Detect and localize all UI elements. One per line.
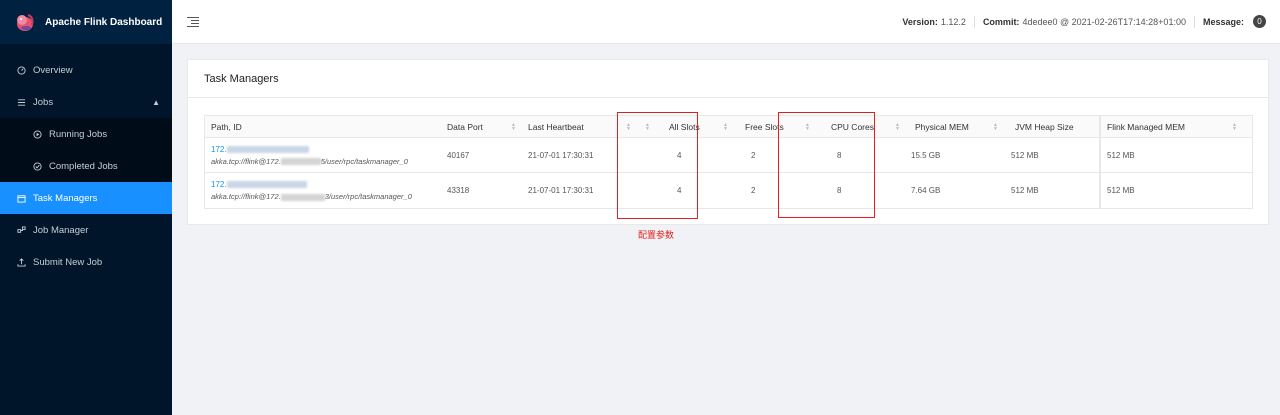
column-header-physical-mem[interactable]: ▲ ▼ Physical MEM [891, 116, 991, 137]
column-header-data-port[interactable]: Data Port ▲ ▼ [441, 116, 522, 137]
managed-mem-cell: 512 MB [1099, 138, 1243, 172]
brand-title: Apache Flink Dashboard [45, 16, 163, 28]
message-label[interactable]: Message: [1203, 17, 1244, 27]
menu-fold-icon[interactable] [187, 16, 199, 27]
task-managers-card: Task Managers Path, ID Data Port ▲ ▼ Last … [187, 59, 1269, 225]
cluster-icon [16, 225, 26, 235]
sidebar-item-task-managers[interactable]: Task Managers [0, 182, 172, 214]
redacted-text [280, 193, 325, 201]
version-label: Version: [902, 16, 938, 27]
data-port-cell: 43318 [447, 186, 470, 195]
akka-address: akka.tcp://flink@172. 3/user/rpc/taskmana… [211, 192, 412, 201]
free-slots-cell: 2 [751, 150, 756, 160]
column-header-free-slots[interactable]: ▲ ▼ Free Slots [717, 116, 799, 137]
sort-icon[interactable]: ▲ ▼ [626, 122, 631, 131]
table-header: Path, ID Data Port ▲ ▼ Last Heartbeat ▲ ▼ ▲ ▼… [205, 116, 1252, 138]
sidebar-item-completed-jobs[interactable]: Completed Jobs [0, 150, 172, 182]
sidebar-item-overview[interactable]: Overview [0, 54, 172, 86]
flink-squirrel-logo [14, 11, 36, 33]
path-cell: 172. akka.tcp://flink@172. 3/user/rpc/tas… [205, 173, 441, 208]
chevron-up-icon: ▲ [152, 97, 160, 107]
divider [973, 15, 975, 28]
column-header-path: Path, ID [211, 121, 242, 132]
sidebar-item-label: Completed Jobs [49, 160, 118, 172]
sidebar-item-submit-new-job[interactable]: Submit New Job [0, 246, 172, 278]
sidebar-item-job-manager[interactable]: Job Manager [0, 214, 172, 246]
upload-icon [16, 257, 26, 267]
path-cell: 172. akka.tcp://flink@172. 5/user/rpc/tas… [205, 138, 441, 172]
sidebar-item-label: Job Manager [33, 224, 89, 236]
annotation-label: 配置参数 [638, 230, 675, 240]
physical-mem-cell: 7.64 GB [911, 186, 941, 195]
column-header-all-slots[interactable]: ▲ ▼ All Slots [637, 116, 717, 137]
all-slots-cell: 4 [677, 150, 682, 160]
sidebar-item-running-jobs[interactable]: Running Jobs [0, 118, 172, 150]
play-circle-icon [32, 129, 42, 139]
cpu-cores-cell: 8 [837, 150, 842, 160]
column-header-flink-managed-mem[interactable]: Flink Managed MEM ▲ ▼ [1099, 116, 1243, 137]
managed-mem-cell: 512 MB [1099, 173, 1243, 208]
header-info: Version: 1.12.2 Commit: 4dedee0 @ 2021-0… [902, 15, 1280, 28]
divider [1193, 15, 1195, 28]
all-slots-cell: 4 [677, 186, 682, 195]
list-icon [16, 97, 26, 107]
sort-icon[interactable]: ▲ ▼ [805, 122, 810, 131]
table-row[interactable]: 172. akka.tcp://flink@172. 3/user/rpc/tas… [205, 173, 1252, 208]
schedule-icon [16, 193, 26, 203]
heartbeat-cell: 21-07-01 17:30:31 [528, 150, 594, 160]
physical-mem-cell: 15.5 GB [911, 150, 941, 160]
taskmanager-id-link[interactable]: 172. [211, 180, 307, 189]
sort-icon[interactable]: ▲ ▼ [1232, 122, 1237, 131]
column-header-cpu-cores[interactable]: ▲ ▼ CPU Cores [799, 116, 891, 137]
table-row[interactable]: 172. akka.tcp://flink@172. 5/user/rpc/tas… [205, 138, 1252, 173]
commit-value: 4dedee0 @ 2021-02-26T17:14:28+01:00 [1022, 16, 1186, 27]
akka-address: akka.tcp://flink@172. 5/user/rpc/taskmana… [211, 156, 408, 166]
sidebar-item-jobs[interactable]: Jobs ▲ [0, 86, 172, 118]
header: Version: 1.12.2 Commit: 4dedee0 @ 2021-0… [172, 0, 1280, 44]
sort-icon[interactable]: ▲ ▼ [645, 122, 650, 131]
sidebar-item-label: Running Jobs [49, 128, 108, 140]
sort-icon[interactable]: ▲ ▼ [511, 122, 516, 131]
sort-icon[interactable]: ▲ ▼ [993, 122, 998, 131]
check-circle-icon [32, 161, 42, 171]
taskmanager-id-link[interactable]: 172. [211, 145, 309, 154]
sidebar: Apache Flink Dashboard Overview Jobs ▲ R… [0, 0, 172, 415]
data-port-cell: 40167 [447, 150, 470, 160]
sidebar-item-label: Overview [33, 64, 73, 76]
jvm-heap-cell: 512 MB [1011, 150, 1039, 160]
cpu-cores-cell: 8 [837, 186, 842, 195]
version-value: 1.12.2 [940, 16, 966, 27]
redacted-text [226, 181, 307, 189]
task-managers-table: Path, ID Data Port ▲ ▼ Last Heartbeat ▲ ▼ ▲ ▼… [204, 115, 1253, 209]
dashboard-icon [16, 65, 26, 75]
column-header-last-heartbeat[interactable]: Last Heartbeat ▲ ▼ [522, 116, 637, 137]
free-slots-cell: 2 [751, 186, 756, 195]
sort-icon[interactable]: ▲ ▼ [895, 122, 900, 131]
heartbeat-cell: 21-07-01 17:30:31 [528, 186, 594, 195]
brand[interactable]: Apache Flink Dashboard [0, 0, 172, 44]
sidebar-item-label: Task Managers [33, 192, 98, 204]
jvm-heap-cell: 512 MB [1011, 186, 1039, 195]
sidebar-item-label: Submit New Job [33, 256, 103, 268]
sort-icon[interactable]: ▲ ▼ [723, 122, 728, 131]
column-header-jvm-heap-size[interactable]: ▲ ▼ JVM Heap Size [991, 116, 1099, 137]
message-count-badge[interactable]: 0 [1253, 15, 1266, 28]
redacted-text [226, 145, 309, 153]
redacted-text [280, 158, 321, 166]
commit-label: Commit: [982, 16, 1020, 27]
page-title: Task Managers [188, 60, 1268, 98]
sidebar-item-label: Jobs [33, 96, 54, 108]
